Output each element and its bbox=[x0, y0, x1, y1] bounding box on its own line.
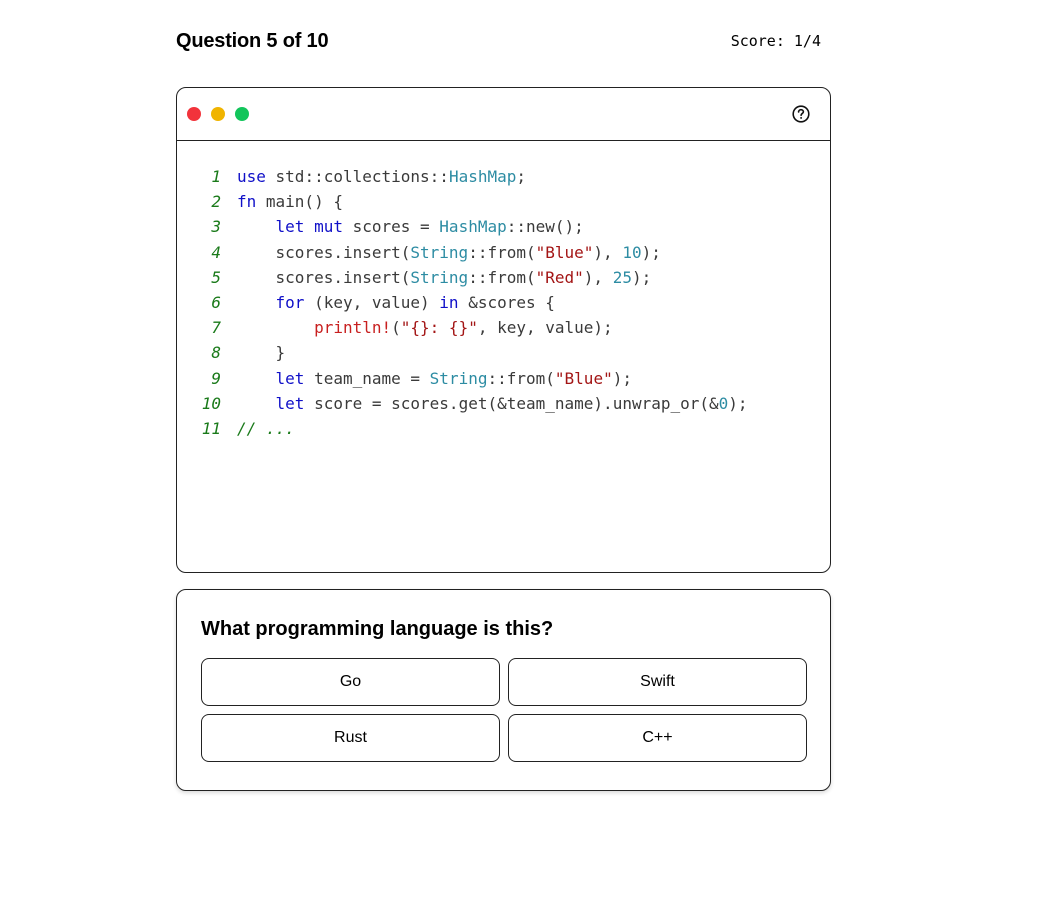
code-text: for (key, value) in &scores { bbox=[237, 290, 555, 315]
code-text: let score = scores.get(&team_name).unwra… bbox=[237, 391, 748, 416]
code-token: fn bbox=[237, 192, 257, 212]
minimize-window-dot bbox=[211, 107, 225, 121]
line-number: 5 bbox=[211, 267, 221, 287]
code-token: score = scores.get(&team_name).unwrap_or… bbox=[304, 393, 719, 413]
code-token: in bbox=[439, 292, 459, 312]
code-line: 11 // ... bbox=[177, 416, 748, 441]
code-token: let mut bbox=[275, 217, 343, 237]
code-token: ); bbox=[631, 267, 652, 287]
code-token: String bbox=[410, 267, 469, 287]
code-token: "Blue" bbox=[554, 368, 613, 388]
code-token: ::new(); bbox=[506, 217, 584, 237]
answer-options: Go Swift Rust C++ bbox=[201, 658, 807, 762]
code-token: 10 bbox=[622, 242, 642, 262]
close-window-dot bbox=[187, 107, 201, 121]
line-number: 1 bbox=[211, 167, 221, 186]
code-token: String bbox=[410, 242, 469, 262]
code-text: use std::collections::HashMap; bbox=[237, 164, 526, 189]
code-line: 6 for (key, value) in &scores { bbox=[177, 290, 748, 315]
code-token: scores.insert( bbox=[237, 267, 411, 287]
code-token: for bbox=[275, 292, 305, 312]
code-token: String bbox=[429, 368, 488, 388]
code-token: "{}: {}" bbox=[400, 318, 478, 338]
code-line: 3 let mut scores = HashMap::new(); bbox=[177, 214, 748, 239]
line-number: 9 bbox=[211, 368, 221, 388]
code-token: } bbox=[237, 343, 286, 363]
code-token: ); bbox=[612, 368, 632, 388]
code-text: let team_name = String::from("Blue"); bbox=[237, 366, 632, 391]
code-token: HashMap bbox=[448, 167, 517, 186]
score-display: Score: 1/4 bbox=[730, 32, 821, 50]
code-token: 25 bbox=[612, 267, 632, 287]
code-text: } bbox=[237, 340, 286, 365]
code-token: // ... bbox=[237, 418, 295, 438]
option-rust-button[interactable]: Rust bbox=[201, 714, 500, 762]
code-window: 1 use std::collections::HashMap;2 fn main(… bbox=[176, 87, 831, 573]
code-text: // ... bbox=[237, 416, 295, 441]
question-counter: Question 5 of 10 bbox=[176, 29, 329, 52]
line-number: 10 bbox=[201, 393, 221, 413]
code-token: HashMap bbox=[439, 217, 507, 237]
line-number: 7 bbox=[211, 318, 221, 338]
option-cpp-button[interactable]: C++ bbox=[508, 714, 807, 762]
code-line: 4 scores.insert(String::from("Blue"), 10… bbox=[177, 240, 748, 265]
code-token: team_name = bbox=[304, 368, 430, 388]
code-text: println!("{}: {}", key, value); bbox=[237, 315, 613, 340]
answer-card: What programming language is this? Go Sw… bbox=[176, 589, 831, 791]
line-number: 3 bbox=[211, 217, 221, 237]
line-number: 8 bbox=[211, 343, 221, 363]
code-token: "Blue" bbox=[535, 242, 594, 262]
code-token: use bbox=[237, 167, 266, 186]
code-token: std::collections:: bbox=[265, 167, 449, 186]
code-text: fn main() { bbox=[237, 189, 343, 214]
code-token: main() { bbox=[256, 192, 343, 212]
code-token: let bbox=[275, 393, 305, 413]
code-line: 5 scores.insert(String::from("Red"), 25)… bbox=[177, 265, 748, 290]
maximize-window-dot bbox=[235, 107, 249, 121]
code-token: ::from( bbox=[468, 242, 536, 262]
code-text: let mut scores = HashMap::new(); bbox=[237, 214, 584, 239]
code-line: 7 println!("{}: {}", key, value); bbox=[177, 315, 748, 340]
code-line: 10 let score = scores.get(&team_name).un… bbox=[177, 391, 748, 416]
code-token: , key, value); bbox=[477, 318, 613, 338]
code-token: 0 bbox=[718, 393, 729, 413]
code-block: 1 use std::collections::HashMap;2 fn main(… bbox=[177, 164, 748, 441]
code-token: scores = bbox=[342, 217, 440, 237]
window-titlebar bbox=[177, 88, 830, 141]
code-token: let bbox=[275, 368, 305, 388]
line-number: 4 bbox=[211, 242, 221, 262]
code-text: scores.insert(String::from("Blue"), 10); bbox=[237, 240, 661, 265]
code-line: 9 let team_name = String::from("Blue"); bbox=[177, 366, 748, 391]
line-number: 6 bbox=[211, 292, 221, 312]
code-token: ; bbox=[516, 167, 527, 186]
code-token: ), bbox=[593, 242, 623, 262]
quiz-header: Question 5 of 10 Score: 1/4 bbox=[176, 26, 831, 56]
code-token: ::from( bbox=[487, 368, 555, 388]
code-token: ); bbox=[728, 393, 748, 413]
code-token: ); bbox=[641, 242, 661, 262]
option-go-button[interactable]: Go bbox=[201, 658, 500, 706]
code-token: ::from( bbox=[468, 267, 536, 287]
code-token: ( bbox=[391, 318, 401, 338]
line-number: 11 bbox=[201, 418, 221, 438]
code-token: println! bbox=[314, 318, 392, 338]
code-token: &scores { bbox=[458, 292, 555, 312]
code-line: 2 fn main() { bbox=[177, 189, 748, 214]
question-prompt: What programming language is this? bbox=[201, 618, 554, 640]
code-line: 1 use std::collections::HashMap; bbox=[177, 164, 748, 189]
code-text: scores.insert(String::from("Red"), 25); bbox=[237, 265, 652, 290]
code-token: ), bbox=[583, 267, 613, 287]
option-swift-button[interactable]: Swift bbox=[508, 658, 807, 706]
line-number: 2 bbox=[211, 192, 221, 212]
code-token: "Red" bbox=[535, 267, 584, 287]
question-circle-icon[interactable] bbox=[792, 105, 810, 123]
code-token: scores.insert( bbox=[237, 242, 411, 262]
code-token: (key, value) bbox=[304, 292, 440, 312]
code-line: 8 } bbox=[177, 340, 748, 365]
